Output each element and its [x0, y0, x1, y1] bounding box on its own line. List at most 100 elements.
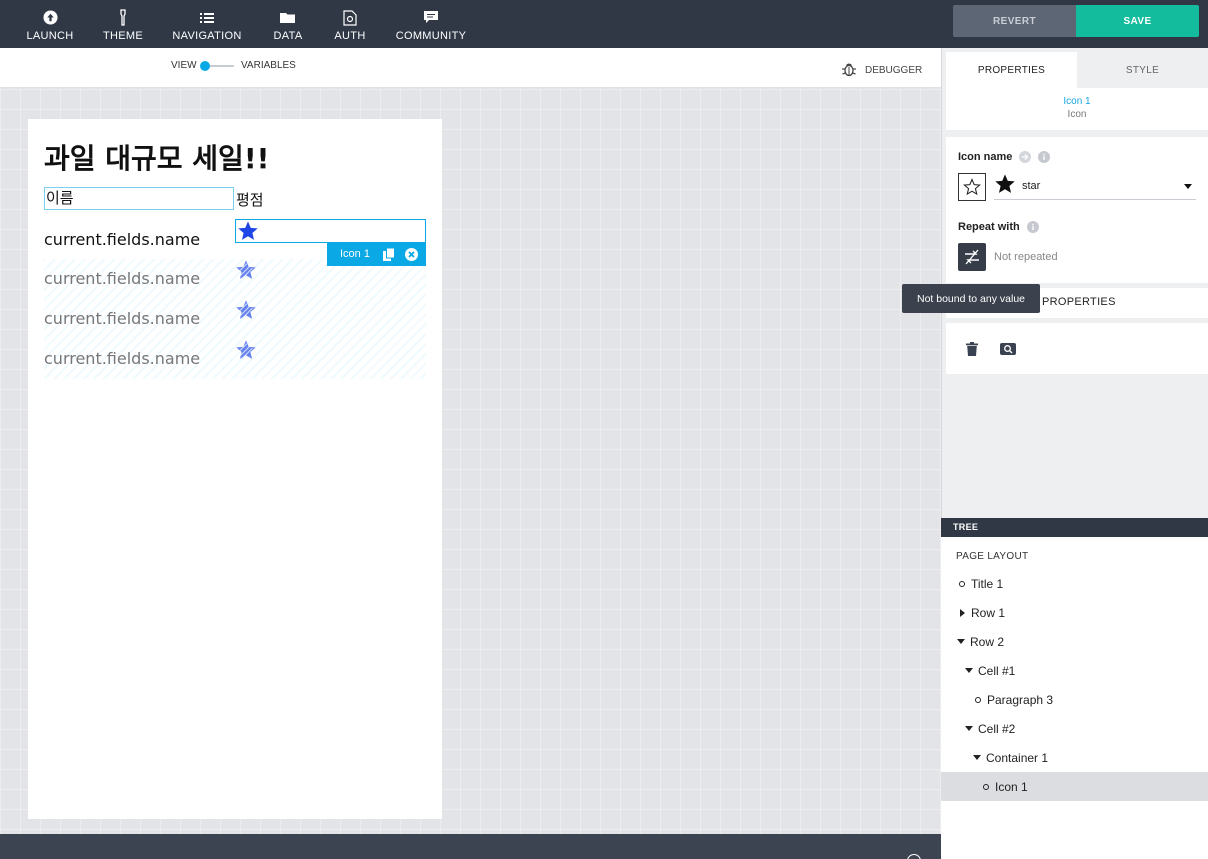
tree-node-cell-2[interactable]: Cell #2	[941, 714, 1208, 743]
editor-canvas[interactable]: 과일 대규모 세일!! 이름 평점 current.fields.name cu…	[0, 89, 941, 834]
auth-icon	[341, 9, 359, 27]
trash-icon[interactable]	[964, 341, 980, 357]
repeat-with-label: Repeat with	[958, 221, 1039, 233]
tree-node-label: Icon 1	[995, 779, 1028, 794]
star-icon	[237, 220, 259, 247]
view-variables-toggle[interactable]	[200, 61, 210, 71]
nav-community[interactable]: COMMUNITY	[395, 0, 467, 48]
navigation-icon	[198, 9, 216, 27]
copy-icon[interactable]	[382, 247, 396, 261]
icon-name-label-text: Icon name	[958, 151, 1013, 163]
column-header-rating[interactable]: 평점	[236, 189, 264, 210]
view-label: VIEW	[171, 60, 197, 71]
tree-node-label: Row 1	[971, 605, 1006, 620]
nav-auth[interactable]: AUTH	[334, 0, 366, 48]
canvas-toolbar: VIEW VARIABLES DEBUGGER	[0, 48, 941, 88]
caret-down-icon[interactable]	[956, 637, 966, 647]
remove-icon[interactable]	[404, 247, 418, 261]
debugger-button[interactable]: DEBUGGER	[841, 61, 922, 80]
nav-theme[interactable]: THEME	[103, 0, 143, 48]
tree-node-icon-1[interactable]: Icon 1	[941, 772, 1208, 801]
list-item-name[interactable]: current.fields.name	[44, 230, 200, 249]
tree-node-row-1[interactable]: Row 1	[941, 598, 1208, 627]
list-item-name: current.fields.name	[44, 349, 201, 368]
tree-node-label: Cell #2	[978, 721, 1016, 736]
page-title[interactable]: 과일 대규모 세일!!	[44, 137, 269, 177]
column-header-name[interactable]: 이름	[44, 187, 234, 210]
top-bar: LAUNCH THEME NAVIGATION DATA AUTH COMMUN…	[0, 0, 1208, 48]
tree-node-cell-1[interactable]: Cell #1	[941, 656, 1208, 685]
icon-name-label: Icon name	[958, 151, 1051, 163]
node-dot-icon	[973, 695, 983, 705]
unlinked-repeat-icon	[965, 249, 979, 265]
nav-navigation-label: NAVIGATION	[172, 29, 242, 42]
element-actions	[946, 323, 1208, 374]
selected-element-info: Icon 1 Icon	[946, 88, 1208, 130]
repeat-with-label-text: Repeat with	[958, 221, 1020, 233]
chevron-down-icon	[1184, 183, 1192, 189]
tree-node-label: Container 1	[986, 750, 1049, 765]
community-icon	[422, 9, 440, 27]
selected-icon-element[interactable]	[235, 219, 426, 243]
search-element-icon[interactable]	[1000, 341, 1016, 357]
node-dot-icon	[981, 782, 991, 792]
selected-element-name: Icon 1	[1063, 96, 1091, 107]
repeat-binding-button[interactable]	[958, 243, 986, 271]
caret-right-icon[interactable]	[957, 608, 967, 618]
save-button[interactable]: SAVE	[1076, 5, 1199, 37]
layout-tree: PAGE LAYOUT Title 1 Row 1 Row 2 Cell #1 …	[941, 537, 1208, 859]
selection-tag-label: Icon 1	[340, 248, 370, 260]
theme-icon	[114, 9, 132, 27]
revert-button[interactable]: REVERT	[953, 5, 1076, 37]
tab-style[interactable]: STYLE	[1077, 52, 1208, 88]
tree-title: PAGE LAYOUT	[956, 551, 1029, 562]
info-icon[interactable]	[1026, 221, 1039, 233]
bug-icon	[841, 61, 857, 80]
star-icon	[235, 259, 257, 286]
icon-name-select[interactable]: star	[994, 173, 1196, 200]
tree-node-paragraph-3[interactable]: Paragraph 3	[941, 685, 1208, 714]
repeat-value: Not repeated	[994, 251, 1058, 263]
info-icon[interactable]	[1038, 151, 1051, 163]
tree-node-row-2[interactable]: Row 2	[941, 627, 1208, 656]
nav-data[interactable]: DATA	[273, 0, 303, 48]
tooltip: Not bound to any value	[902, 284, 1040, 313]
bottom-bar	[0, 834, 941, 859]
selected-element-type: Icon	[1067, 109, 1087, 120]
tab-properties[interactable]: PROPERTIES	[946, 52, 1077, 88]
tree-node-container-1[interactable]: Container 1	[941, 743, 1208, 772]
advanced-properties-label: PROPERTIES	[1042, 296, 1116, 308]
star-icon	[994, 173, 1016, 200]
icon-preview[interactable]	[958, 173, 986, 201]
nav-auth-label: AUTH	[334, 29, 366, 42]
data-icon	[279, 9, 297, 27]
tree-node-label: Row 2	[970, 634, 1005, 649]
star-icon	[235, 339, 257, 366]
nav-navigation[interactable]: NAVIGATION	[172, 0, 242, 48]
debugger-label: DEBUGGER	[865, 65, 923, 76]
nav-theme-label: THEME	[103, 29, 143, 42]
nav-community-label: COMMUNITY	[395, 29, 467, 42]
arrow-right-icon[interactable]	[1019, 151, 1032, 163]
icon-name-value: star	[1022, 180, 1041, 192]
icon-properties-card: Icon name star Repeat with Not repeated	[946, 137, 1208, 283]
nav-launch[interactable]: LAUNCH	[26, 0, 74, 48]
tree-header: TREE	[941, 518, 1208, 537]
list-item-name: current.fields.name	[44, 269, 201, 288]
selection-tag: Icon 1	[327, 242, 426, 266]
caret-down-icon[interactable]	[972, 753, 982, 763]
tree-node-label: Paragraph 3	[987, 692, 1054, 707]
help-icon[interactable]	[907, 854, 921, 859]
tree-node-title-1[interactable]: Title 1	[941, 569, 1208, 598]
star-icon	[235, 299, 257, 326]
star-outline-icon	[963, 178, 981, 196]
caret-down-icon[interactable]	[964, 724, 974, 734]
list-item-name: current.fields.name	[44, 309, 201, 328]
nav-data-label: DATA	[273, 29, 303, 42]
page-preview[interactable]: 과일 대규모 세일!! 이름 평점 current.fields.name cu…	[28, 119, 442, 819]
launch-icon	[41, 9, 59, 27]
tree-node-label: Title 1	[971, 576, 1004, 591]
variables-label: VARIABLES	[241, 60, 296, 71]
caret-down-icon[interactable]	[964, 666, 974, 676]
nav-launch-label: LAUNCH	[26, 29, 74, 42]
